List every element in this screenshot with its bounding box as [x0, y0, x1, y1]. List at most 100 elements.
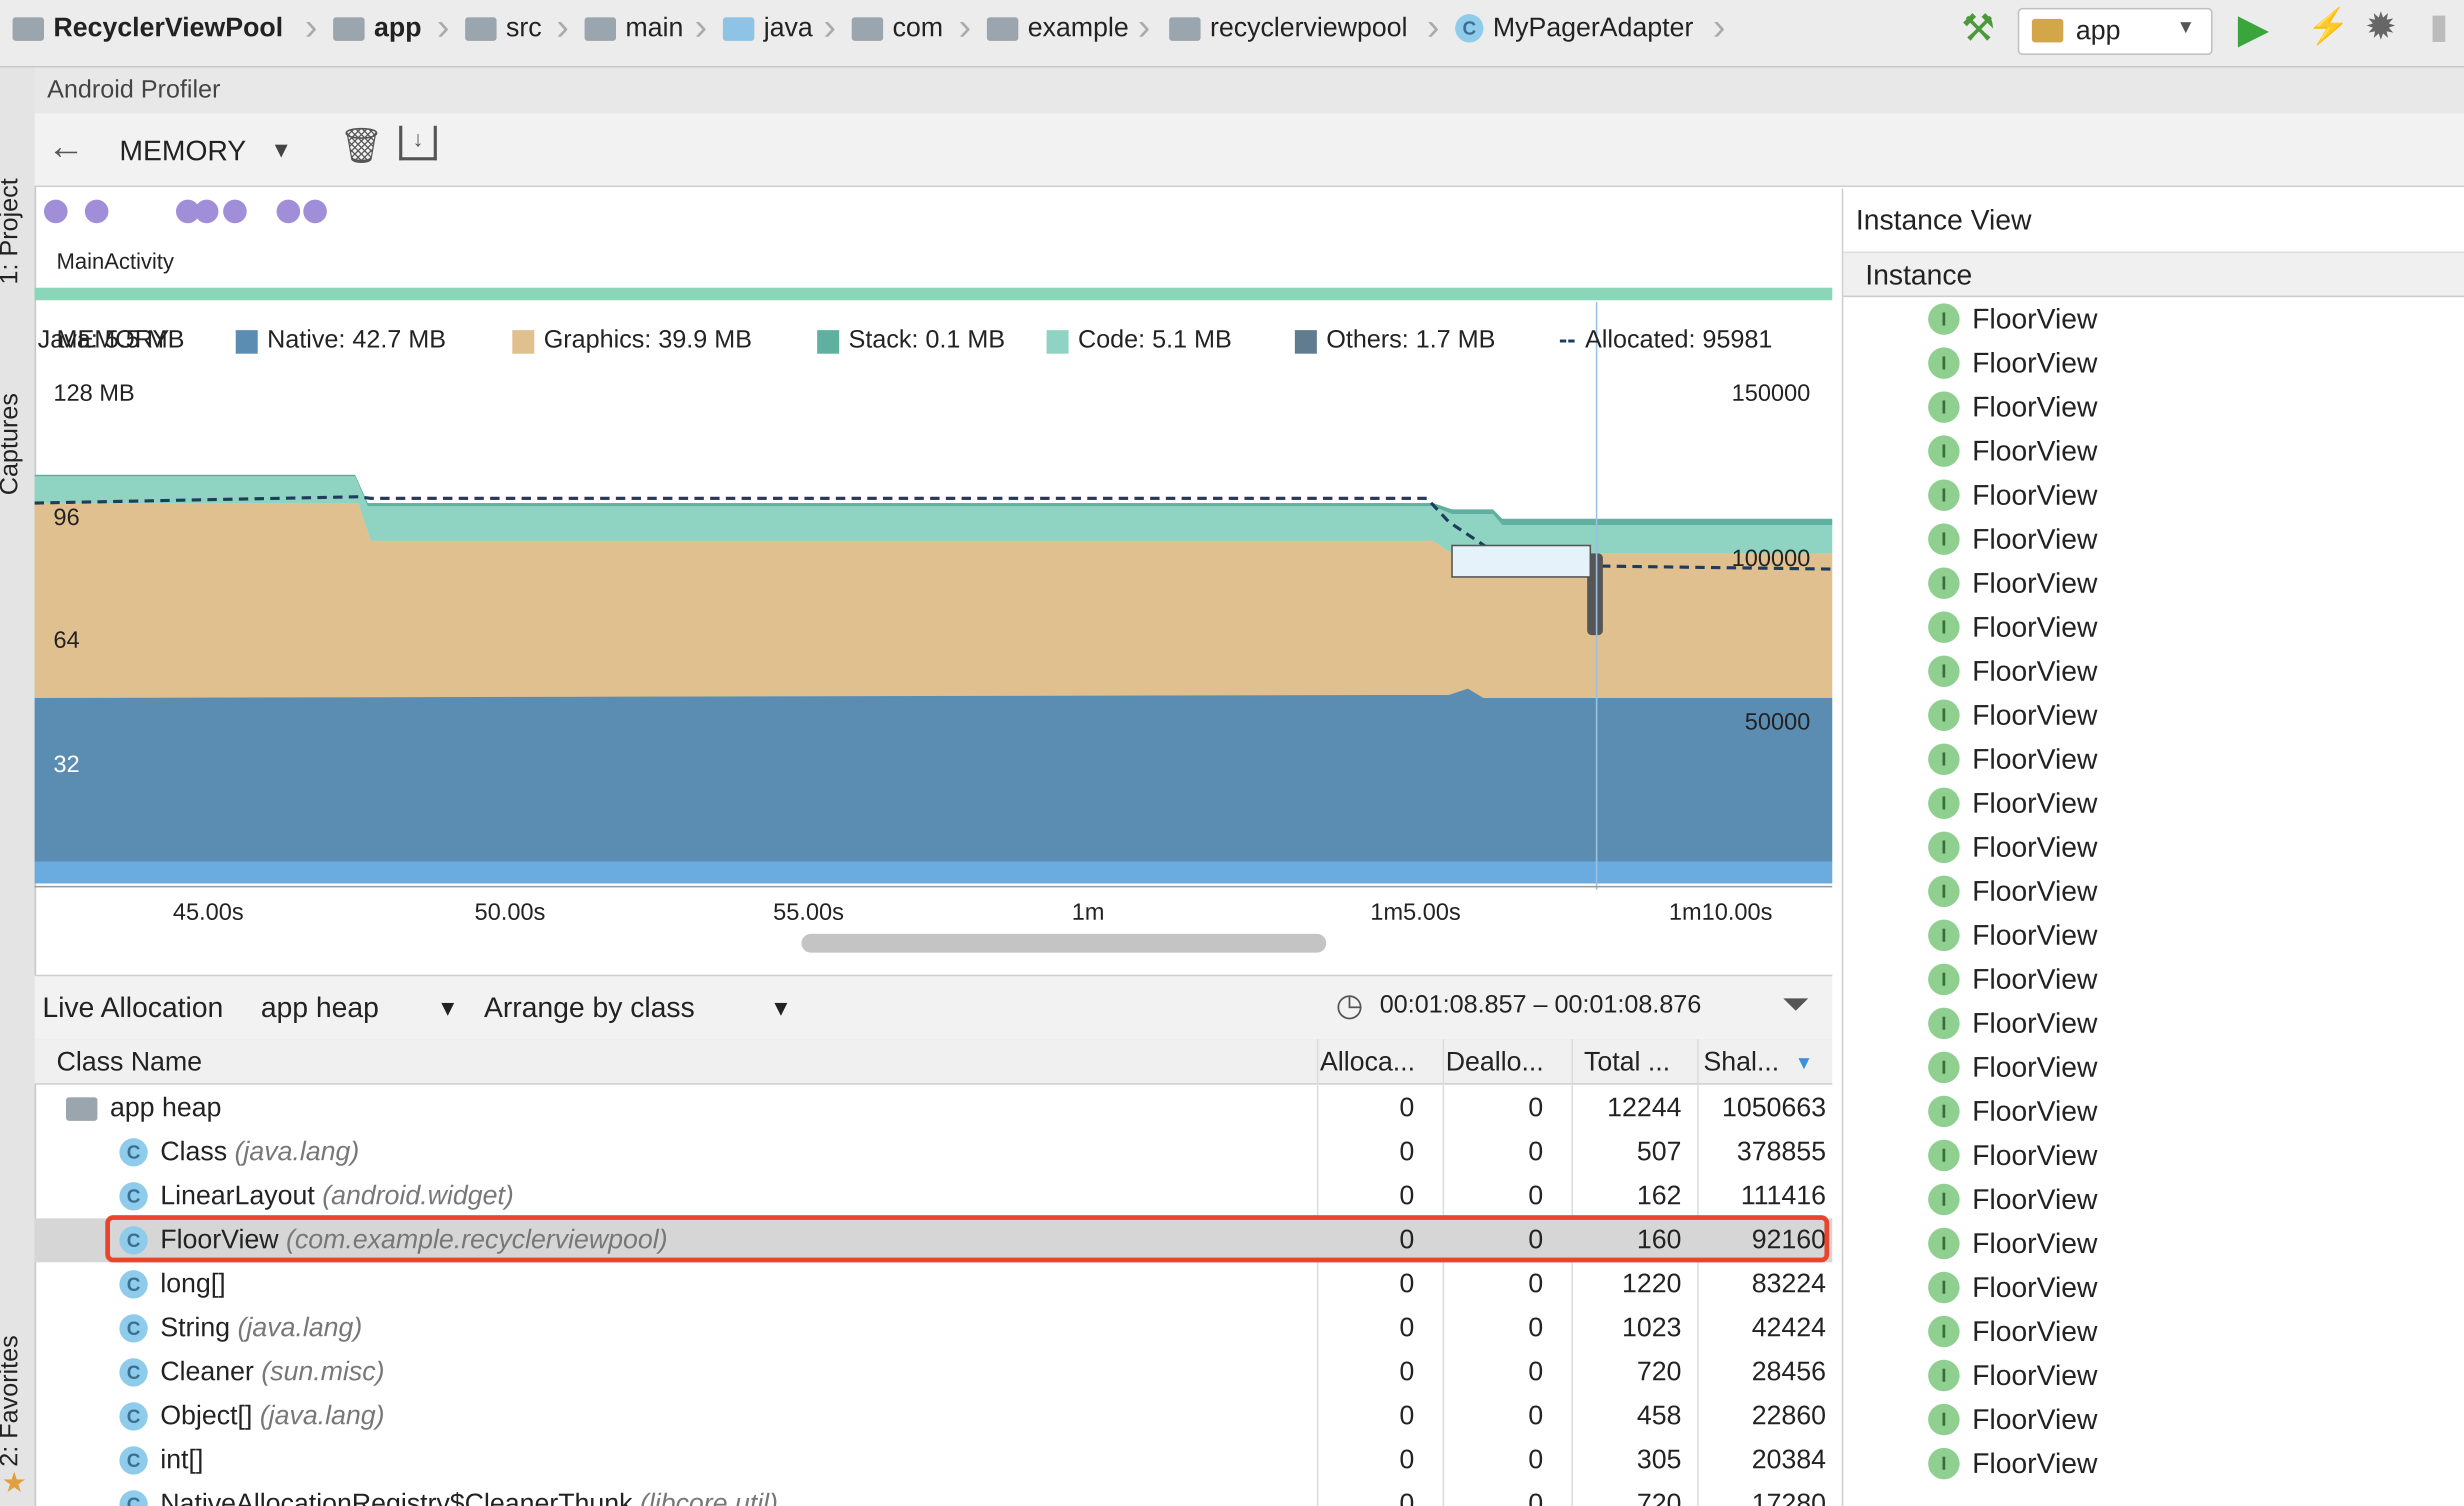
total-count: 1220: [1622, 1268, 1682, 1299]
instance-item[interactable]: I FloorView: [1844, 607, 2464, 651]
trash-icon[interactable]: 🗑: [340, 126, 384, 167]
package-name: (java.lang): [238, 1312, 362, 1343]
instance-item[interactable]: I FloorView: [1844, 1399, 2464, 1443]
table-row[interactable]: C Cleaner (sun.misc) 0 0 720 28456: [34, 1350, 1832, 1394]
instance-item[interactable]: I FloorView: [1844, 475, 2464, 519]
instance-item[interactable]: I FloorView: [1844, 915, 2464, 959]
instance-icon: I: [1928, 1184, 1960, 1216]
export-heap-dump-icon[interactable]: ↓: [399, 126, 437, 160]
back-arrow-icon[interactable]: ←: [47, 126, 84, 170]
column-deallocations[interactable]: Deallo...: [1446, 1047, 1544, 1078]
column-class-name[interactable]: Class Name: [56, 1047, 202, 1078]
instance-icon: I: [1928, 1228, 1960, 1260]
x-tick: 1m: [1072, 899, 1104, 926]
instance-item[interactable]: I FloorView: [1844, 563, 2464, 607]
class-name-cell: LinearLayout (android.widget): [160, 1180, 514, 1212]
column-allocations[interactable]: Alloca...: [1320, 1047, 1415, 1078]
instance-item[interactable]: I FloorView: [1844, 519, 2464, 563]
favorites-tool-tab[interactable]: 2: Favorites: [0, 1336, 25, 1467]
selection-range: 00:01:08.857 – 00:01:08.876: [1380, 992, 1702, 1019]
instance-item[interactable]: I FloorView: [1844, 695, 2464, 739]
build-hammer-icon[interactable]: ⚒: [1961, 6, 1995, 52]
code-swatch: [1046, 329, 1069, 353]
table-row[interactable]: C Class (java.lang) 0 0 507 378855: [34, 1130, 1832, 1174]
instance-item[interactable]: I FloorView: [1844, 430, 2464, 474]
debug-bug-icon[interactable]: ✹: [2365, 4, 2396, 50]
instance-item[interactable]: I FloorView: [1844, 651, 2464, 695]
instance-column-header[interactable]: Instance: [1843, 252, 2464, 298]
event-dot[interactable]: [276, 200, 300, 224]
run-icon[interactable]: ▶: [2238, 4, 2269, 53]
run-config-select[interactable]: app ▼: [2018, 8, 2213, 56]
breadcrumb-src[interactable]: src: [465, 12, 542, 44]
class-name: long[]: [160, 1268, 226, 1299]
breadcrumb-main[interactable]: main: [584, 12, 684, 44]
captures-tool-tab[interactable]: Captures: [0, 393, 25, 495]
breadcrumb-app[interactable]: app: [333, 12, 422, 44]
instance-item[interactable]: I FloorView: [1844, 783, 2464, 827]
heap-select[interactable]: app heap ▼: [252, 982, 472, 1030]
total-count: 720: [1636, 1488, 1682, 1506]
instance-item[interactable]: I FloorView: [1844, 1091, 2464, 1135]
table-row[interactable]: C String (java.lang) 0 0 1023 42424: [34, 1306, 1832, 1350]
instance-item[interactable]: I FloorView: [1844, 298, 2464, 342]
event-dot[interactable]: [303, 200, 327, 224]
instance-item[interactable]: I FloorView: [1844, 342, 2464, 386]
event-dot[interactable]: [44, 200, 68, 224]
instance-item[interactable]: I FloorView: [1844, 959, 2464, 1003]
table-row[interactable]: C NativeAllocationRegistry$CleanerThunk …: [34, 1482, 1832, 1506]
apply-changes-icon[interactable]: ⚡: [2307, 6, 2350, 48]
instance-item[interactable]: I FloorView: [1844, 1223, 2464, 1267]
legend-code: Code: 5.1 MB: [1046, 327, 1232, 356]
breadcrumb-example[interactable]: example: [986, 12, 1129, 44]
instance-item[interactable]: I FloorView: [1844, 1047, 2464, 1091]
breadcrumb-package[interactable]: recyclerviewpool: [1169, 12, 1408, 44]
arrange-select[interactable]: Arrange by class ▼: [474, 982, 804, 1030]
event-dot[interactable]: [84, 200, 108, 224]
table-row-app-heap[interactable]: app heap 0 0 12244 1050663: [34, 1086, 1832, 1130]
breadcrumb-java[interactable]: java: [722, 12, 812, 44]
shallow-size: 22860: [1752, 1400, 1826, 1431]
folder-icon: [986, 16, 1018, 40]
column-shallow-size[interactable]: Shal...: [1704, 1047, 1779, 1078]
breadcrumb-label: example: [1028, 12, 1129, 42]
activity-bar[interactable]: [34, 288, 1832, 300]
filter-icon[interactable]: ⏷: [1782, 984, 1810, 1025]
instance-item[interactable]: I FloorView: [1844, 386, 2464, 430]
alloc-count: 0: [1399, 1180, 1414, 1210]
project-tool-tab[interactable]: 1: Project: [0, 178, 25, 285]
breadcrumb-com[interactable]: com: [852, 12, 943, 44]
class-name: LinearLayout: [160, 1180, 315, 1210]
instance-item[interactable]: I FloorView: [1844, 827, 2464, 871]
instance-item[interactable]: I FloorView: [1844, 1355, 2464, 1399]
event-dot[interactable]: [194, 200, 218, 224]
instance-item[interactable]: I FloorView: [1844, 1311, 2464, 1355]
instance-item[interactable]: I FloorView: [1844, 1135, 2464, 1179]
profile-icon[interactable]: ▮: [2430, 6, 2448, 48]
heap-folder-icon: [66, 1097, 98, 1121]
instance-item[interactable]: I FloorView: [1844, 871, 2464, 915]
breadcrumb-class[interactable]: C MyPagerAdapter: [1455, 12, 1694, 44]
android-app-icon: [2032, 18, 2064, 42]
instance-item[interactable]: I FloorView: [1844, 739, 2464, 783]
table-row[interactable]: C int[] 0 0 305 20384: [34, 1438, 1832, 1482]
table-row[interactable]: C LinearLayout (android.widget) 0 0 162 …: [34, 1174, 1832, 1218]
breadcrumb-label: recyclerviewpool: [1210, 12, 1408, 42]
breadcrumb-project[interactable]: RecyclerViewPool: [12, 12, 283, 44]
instance-icon: I: [1928, 964, 1960, 996]
instance-item[interactable]: I FloorView: [1844, 1443, 2464, 1487]
instance-label: FloorView: [1972, 347, 2098, 379]
chevron-icon: ›: [1712, 6, 1726, 49]
table-row[interactable]: C Object[] (java.lang) 0 0 458 22860: [34, 1394, 1832, 1438]
shallow-size: 28456: [1752, 1356, 1826, 1387]
table-row[interactable]: C long[] 0 0 1220 83224: [34, 1262, 1832, 1306]
instance-item[interactable]: I FloorView: [1844, 1179, 2464, 1223]
x-tick: 55.00s: [773, 899, 844, 926]
native-swatch: [236, 329, 258, 353]
profiler-select[interactable]: MEMORY ▼: [107, 122, 308, 176]
event-dot[interactable]: [223, 200, 247, 224]
memory-chart[interactable]: Java: 5.5 MB MEMORY Native: 42.7 MB Grap…: [34, 302, 1832, 972]
instance-item[interactable]: I FloorView: [1844, 1003, 2464, 1047]
instance-item[interactable]: I FloorView: [1844, 1267, 2464, 1311]
column-total-count[interactable]: Total ...: [1584, 1047, 1670, 1078]
